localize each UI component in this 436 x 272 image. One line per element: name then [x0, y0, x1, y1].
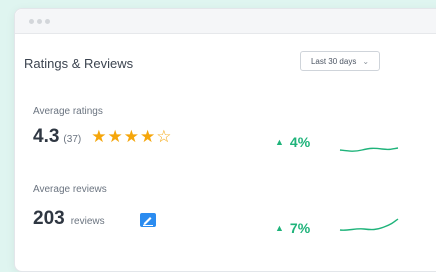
star-filled-icon: ★ [91, 127, 107, 146]
date-range-value: Last 30 days [310, 56, 357, 66]
average-ratings-label: Average ratings [33, 106, 103, 117]
trend-up-icon: ▲ [275, 223, 284, 233]
reviews-trend: ▲ 7% [275, 220, 310, 236]
card-title: Ratings & Reviews [24, 56, 134, 71]
star-empty-icon: ☆ [156, 127, 172, 146]
average-reviews-value: 203 [33, 208, 65, 229]
reviews-sparkline [339, 218, 399, 231]
average-rating-value: 4.3 [33, 126, 60, 147]
window-dot-icon [29, 19, 34, 24]
window-titlebar [15, 9, 436, 34]
average-reviews-value-row: 203 reviews [33, 208, 105, 230]
star-filled-icon: ★ [123, 127, 139, 146]
star-filled-icon: ★ [107, 127, 123, 146]
reviews-unit: reviews [70, 216, 105, 227]
date-range-select[interactable]: Last 30 days ⌄ [300, 51, 380, 71]
review-edit-icon [140, 213, 156, 227]
window-dot-icon [37, 19, 42, 24]
star-rating: ★ ★ ★ ★ ☆ [91, 128, 171, 145]
trend-up-icon: ▲ [275, 137, 284, 147]
star-filled-icon: ★ [139, 127, 156, 146]
ratings-trend-percent: 4% [289, 134, 311, 150]
reviews-trend-percent: 7% [289, 220, 311, 236]
ratings-trend: ▲ 4% [275, 134, 310, 150]
rating-count: (37) [63, 134, 82, 145]
ratings-sparkline [339, 147, 399, 152]
window-dot-icon [45, 19, 50, 24]
average-reviews-label: Average reviews [33, 184, 107, 195]
average-ratings-value-row: 4.3 (37) ★ ★ ★ ★ ☆ [33, 126, 171, 148]
chevron-down-icon: ⌄ [362, 56, 370, 66]
